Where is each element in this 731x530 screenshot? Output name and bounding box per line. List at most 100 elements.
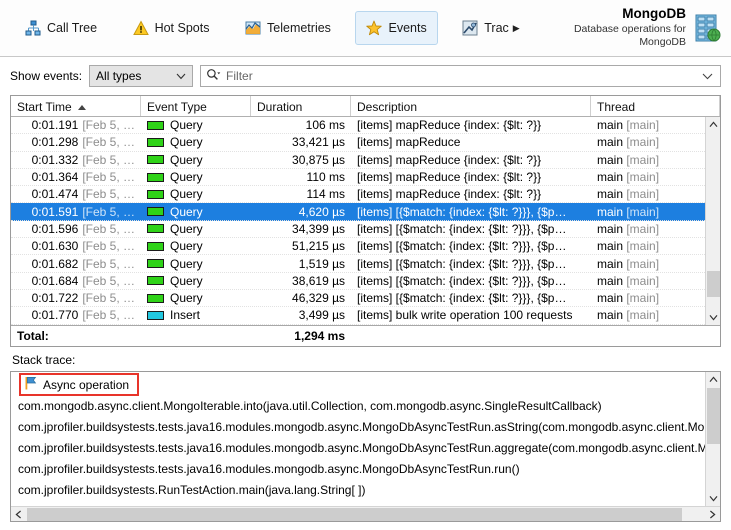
cell-start-time: 0:01.332 [Feb 5, … (11, 153, 141, 167)
async-operation-row[interactable]: Async operation (11, 373, 705, 396)
stack-trace-vertical-scrollbar[interactable] (705, 372, 720, 506)
table-row[interactable]: 0:01.682 [Feb 5, … Query 1,519 µs [items] [{… (11, 255, 705, 273)
start-time-date: [Feb 5, … (82, 135, 135, 150)
cell-thread: main [main] (591, 291, 705, 305)
filter-search-box[interactable] (200, 65, 721, 87)
table-row[interactable]: 0:01.364 [Feb 5, … Query 110 ms [items] mapR… (11, 169, 705, 187)
stack-trace-line[interactable]: com.jprofiler.buildsystests.tests.java16… (11, 416, 705, 437)
cell-duration: 51,215 µs (292, 239, 345, 254)
filter-bar: Show events: All types (0, 57, 731, 95)
event-type-color-swatch (147, 207, 164, 217)
cell-thread: main [main] (591, 118, 705, 132)
thread-group: [main] (626, 291, 660, 306)
events-table-viewport: 0:01.191 [Feb 5, … Query 106 ms [items] mapR… (11, 117, 720, 325)
cell-duration: 106 ms (305, 118, 345, 133)
tab-telemetries[interactable]: Telemetries (234, 11, 342, 45)
event-type-select-value: All types (96, 69, 142, 83)
magnifier-icon[interactable] (206, 68, 222, 85)
cell-description: [items] [{$match: {index: {$lt: ?}}}, {$… (357, 291, 567, 306)
start-time-value: 0:01.722 (31, 291, 79, 306)
table-row[interactable]: 0:01.191 [Feb 5, … Query 106 ms [items] mapR… (11, 117, 705, 135)
stack-trace-body: Async operation com.mongodb.async.client… (11, 372, 720, 506)
filter-history-chevron-icon[interactable] (702, 69, 713, 83)
stack-trace-line[interactable]: com.jprofiler.buildsystests.tests.java16… (11, 458, 705, 479)
event-type-color-swatch (147, 189, 164, 199)
thread-group: [main] (626, 204, 660, 219)
cell-event-type: Query (141, 187, 251, 201)
cell-event-type: Query (141, 274, 251, 288)
tab-call-tree[interactable]: Call Tree (14, 11, 108, 45)
st-scroll-left-button[interactable] (11, 507, 26, 522)
cell-event-type: Query (141, 118, 251, 132)
thread-name: main (597, 221, 627, 236)
table-row[interactable]: 0:01.591 [Feb 5, … Query 4,620 µs [items] [{… (11, 203, 705, 221)
cell-duration: 3,499 µs (298, 308, 345, 323)
start-time-date: [Feb 5, … (82, 256, 135, 271)
cell-description: [items] [{$match: {index: {$lt: ?}}}, {$… (357, 221, 567, 236)
flag-icon (24, 376, 37, 393)
thread-name: main (597, 273, 627, 288)
events-scroll-thumb[interactable] (707, 271, 720, 297)
table-row[interactable]: 0:01.298 [Feb 5, … Query 33,421 µs [items] m… (11, 134, 705, 152)
column-header-thread[interactable]: Thread (591, 96, 720, 116)
stack-trace-line[interactable]: com.mongodb.async.client.MongoIterable.i… (11, 395, 705, 416)
table-row[interactable]: 0:01.474 [Feb 5, … Query 114 ms [items] mapR… (11, 186, 705, 204)
start-time-value: 0:01.596 (31, 221, 79, 236)
event-type-select[interactable]: All types (89, 65, 194, 87)
thread-group: [main] (626, 187, 660, 202)
table-row[interactable]: 0:01.596 [Feb 5, … Query 34,399 µs [items] [… (11, 221, 705, 239)
column-header-desc[interactable]: Description (351, 96, 591, 116)
event-type-label: Query (170, 170, 203, 185)
thread-group: [main] (626, 221, 660, 236)
cell-event-type: Query (141, 257, 251, 271)
tab-hot-spots[interactable]: Hot Spots (122, 11, 221, 45)
table-row[interactable]: 0:01.722 [Feb 5, … Query 46,329 µs [items] [… (11, 290, 705, 308)
event-type-label: Query (170, 204, 203, 219)
column-header-type[interactable]: Event Type (141, 96, 251, 116)
st-scroll-down-button[interactable] (706, 491, 721, 506)
stack-trace-line[interactable]: com.jprofiler.buildsystests.tests.java16… (11, 437, 705, 458)
cell-duration: 114 ms (306, 187, 345, 202)
event-type-color-swatch (147, 224, 164, 234)
cell-description: [items] mapReduce {index: {$lt: ?}} (357, 152, 542, 167)
table-row[interactable]: 0:01.630 [Feb 5, … Query 51,215 µs [items] [… (11, 238, 705, 256)
tab-tracker-label: Trac (484, 21, 509, 35)
table-row[interactable]: 0:01.332 [Feb 5, … Query 30,875 µs [items] m… (11, 152, 705, 169)
column-header-start[interactable]: Start Time (11, 96, 141, 116)
events-vertical-scrollbar[interactable] (705, 117, 720, 325)
st-scroll-thumb[interactable] (707, 388, 720, 444)
cell-thread: main [main] (591, 187, 705, 201)
search-input[interactable] (226, 69, 720, 83)
stack-trace-horizontal-scrollbar[interactable] (11, 506, 720, 521)
stack-trace-line[interactable]: com.jprofiler.buildsystests.RunTestActio… (11, 479, 705, 500)
event-type-label: Query (170, 118, 203, 133)
cell-description: [items] [{$match: {index: {$lt: ?}}}, {$… (357, 256, 567, 271)
st-hscroll-thumb[interactable] (27, 508, 682, 521)
cell-duration: 110 ms (306, 170, 345, 185)
brand-text: MongoDB Database operations for MongoDB (531, 6, 686, 49)
st-scroll-right-button[interactable] (705, 507, 720, 522)
start-time-date: [Feb 5, … (82, 152, 135, 167)
table-row[interactable]: 0:01.684 [Feb 5, … Query 38,619 µs [items] [… (11, 273, 705, 290)
cell-duration: 46,329 µs (292, 291, 345, 306)
st-scroll-up-button[interactable] (706, 372, 721, 387)
toolbar-overflow-icon[interactable]: ▶ (513, 22, 520, 34)
star-icon (366, 20, 383, 36)
tab-tracker[interactable]: Trac ▶ (451, 11, 530, 45)
start-time-value: 0:01.682 (31, 256, 79, 271)
thread-name: main (597, 170, 627, 185)
chevron-down-icon (176, 69, 186, 83)
table-row[interactable]: 0:01.770 [Feb 5, … Insert 3,499 µs [items] b… (11, 307, 705, 325)
cell-start-time: 0:01.722 [Feb 5, … (11, 291, 141, 305)
cell-start-time: 0:01.770 [Feb 5, … (11, 308, 141, 322)
stack-trace-panel: Async operation com.mongodb.async.client… (10, 371, 721, 522)
tab-events-label: Events (388, 21, 427, 35)
column-header-dur[interactable]: Duration (251, 96, 351, 116)
scroll-down-button[interactable] (706, 310, 721, 325)
thread-group: [main] (626, 239, 660, 254)
start-time-value: 0:01.332 (31, 152, 79, 167)
scroll-up-button[interactable] (706, 117, 721, 132)
tab-events[interactable]: Events (355, 11, 438, 45)
cell-thread: main [main] (591, 257, 705, 271)
cell-start-time: 0:01.298 [Feb 5, … (11, 135, 141, 149)
